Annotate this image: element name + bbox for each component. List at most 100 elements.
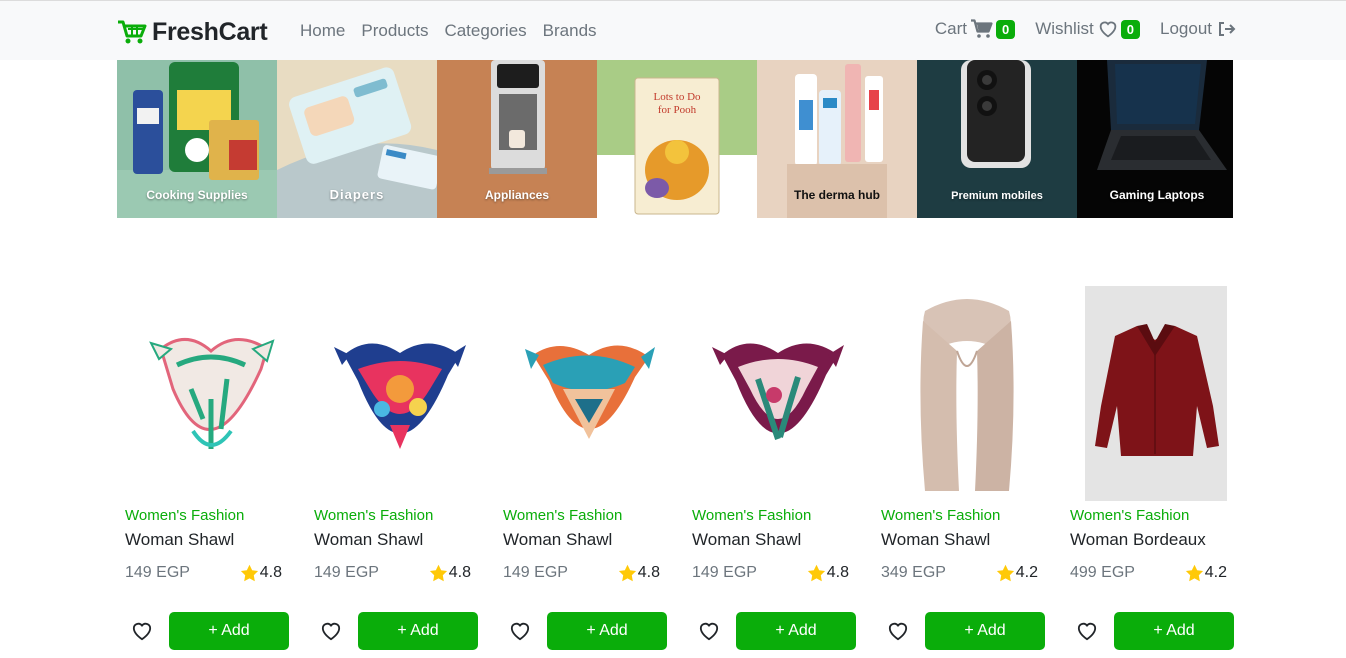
scarf-image	[712, 342, 844, 440]
product-rating: 4.8	[429, 564, 471, 582]
category-slide-cooking-supplies[interactable]: Cooking Supplies	[117, 60, 277, 218]
product-title[interactable]: Woman Shawl	[881, 530, 1054, 550]
category-slide-gaming-laptops[interactable]: Gaming Laptops	[1077, 60, 1237, 218]
product-category[interactable]: Women's Fashion	[1070, 507, 1243, 524]
cart-count-badge: 0	[995, 19, 1016, 39]
wishlist-heart-icon[interactable]	[692, 621, 728, 641]
product-rating: 4.2	[996, 564, 1038, 582]
star-icon	[240, 564, 258, 582]
add-to-cart-button[interactable]: + Add	[547, 612, 667, 650]
product-card[interactable]: Women's Fashion Woman Shawl 349 EGP 4.2 …	[873, 286, 1062, 650]
product-card[interactable]: Women's Fashion Woman Shawl 149 EGP 4.8 …	[306, 286, 495, 650]
product-image[interactable]	[125, 286, 297, 501]
product-rating: 4.8	[618, 564, 660, 582]
price-row: 149 EGP 4.8	[692, 564, 849, 582]
add-to-cart-button[interactable]: + Add	[169, 612, 289, 650]
category-slider: Cooking Supplies Diapers Appliances Lots…	[117, 60, 1233, 218]
product-price: 349 EGP	[881, 564, 946, 581]
product-price: 149 EGP	[314, 564, 379, 581]
product-price: 499 EGP	[1070, 564, 1135, 581]
category-slide-premium-mobiles[interactable]: Premium mobiles	[917, 60, 1077, 218]
star-icon	[807, 564, 825, 582]
category-slide-derma-hub[interactable]: The derma hub	[757, 60, 917, 218]
add-to-cart-button[interactable]: + Add	[925, 612, 1045, 650]
logout-icon	[1219, 22, 1236, 36]
action-row: + Add	[503, 612, 668, 650]
category-slide-appliances[interactable]: Appliances	[437, 60, 597, 218]
blouse-image	[1085, 286, 1227, 501]
category-label: Gaming Laptops	[1109, 188, 1205, 202]
wishlist-link[interactable]: Wishlist 0	[1035, 19, 1140, 39]
cart-label: Cart	[934, 19, 967, 38]
book-image: Lots to Do for Pooh	[597, 60, 757, 218]
product-title[interactable]: Woman Bordeaux	[1070, 530, 1243, 550]
price-row: 149 EGP 4.8	[314, 564, 471, 582]
category-label: Premium mobiles	[951, 190, 1043, 202]
product-card[interactable]: Women's Fashion Woman Shawl 149 EGP 4.8 …	[684, 286, 873, 650]
action-row: + Add	[1070, 612, 1235, 650]
rating-value: 4.2	[1204, 564, 1227, 581]
star-icon	[618, 564, 636, 582]
product-price: 149 EGP	[503, 564, 568, 581]
scarf-image	[334, 342, 466, 449]
wishlist-heart-icon[interactable]	[881, 621, 917, 641]
product-image[interactable]	[503, 286, 675, 501]
brand-name: FreshCart	[152, 17, 268, 46]
product-grid: Women's Fashion Woman Shawl 149 EGP 4.8 …	[117, 286, 1239, 650]
product-image[interactable]	[881, 286, 1053, 501]
cart-link[interactable]: Cart 0	[934, 19, 1016, 39]
product-category[interactable]: Women's Fashion	[692, 507, 865, 524]
star-icon	[429, 564, 447, 582]
rating-value: 4.8	[826, 564, 849, 581]
action-row: + Add	[125, 612, 290, 650]
star-icon	[996, 564, 1014, 582]
add-to-cart-button[interactable]: + Add	[736, 612, 856, 650]
scarf-image	[149, 337, 275, 449]
scarf-image	[525, 344, 655, 439]
product-category[interactable]: Women's Fashion	[881, 507, 1054, 524]
product-price: 149 EGP	[692, 564, 757, 581]
product-image[interactable]	[314, 286, 486, 501]
product-image[interactable]	[692, 286, 864, 501]
product-card[interactable]: Women's Fashion Woman Shawl 149 EGP 4.8 …	[117, 286, 306, 650]
wishlist-count-badge: 0	[1120, 19, 1140, 39]
action-row: + Add	[692, 612, 857, 650]
logout-link[interactable]: Logout	[1160, 19, 1236, 39]
navbar: FreshCart Home Products Categories Brand…	[0, 0, 1346, 60]
add-to-cart-button[interactable]: + Add	[1114, 612, 1234, 650]
wishlist-heart-icon[interactable]	[1070, 621, 1106, 641]
nav-link-categories[interactable]: Categories	[444, 21, 526, 41]
price-row: 149 EGP 4.8	[503, 564, 660, 582]
nav-links: Home Products Categories Brands	[300, 21, 597, 41]
category-slide-books[interactable]: Lots to Do for Pooh	[597, 60, 757, 218]
star-icon	[1185, 564, 1203, 582]
brand-logo[interactable]: FreshCart	[117, 16, 268, 48]
heart-icon	[1099, 21, 1117, 38]
product-category[interactable]: Women's Fashion	[125, 507, 298, 524]
logout-label: Logout	[1160, 19, 1212, 38]
product-category[interactable]: Women's Fashion	[503, 507, 676, 524]
product-card[interactable]: Women's Fashion Woman Bordeaux 499 EGP 4…	[1062, 286, 1251, 650]
product-rating: 4.8	[807, 564, 849, 582]
product-rating: 4.8	[240, 564, 282, 582]
nav-link-brands[interactable]: Brands	[543, 21, 597, 41]
product-price: 149 EGP	[125, 564, 190, 581]
product-image[interactable]	[1070, 286, 1242, 501]
price-row: 349 EGP 4.2	[881, 564, 1038, 582]
wishlist-heart-icon[interactable]	[314, 621, 350, 641]
product-title[interactable]: Woman Shawl	[314, 530, 487, 550]
action-row: + Add	[881, 612, 1046, 650]
product-title[interactable]: Woman Shawl	[503, 530, 676, 550]
rating-value: 4.8	[637, 564, 660, 581]
product-card[interactable]: Women's Fashion Woman Shawl 149 EGP 4.8 …	[495, 286, 684, 650]
product-title[interactable]: Woman Shawl	[125, 530, 298, 550]
nav-link-products[interactable]: Products	[361, 21, 428, 41]
nav-link-home[interactable]: Home	[300, 21, 345, 41]
wishlist-heart-icon[interactable]	[125, 621, 161, 641]
product-title[interactable]: Woman Shawl	[692, 530, 865, 550]
add-to-cart-button[interactable]: + Add	[358, 612, 478, 650]
price-row: 149 EGP 4.8	[125, 564, 282, 582]
wishlist-heart-icon[interactable]	[503, 621, 539, 641]
category-slide-diapers[interactable]: Diapers	[277, 60, 437, 218]
product-category[interactable]: Women's Fashion	[314, 507, 487, 524]
